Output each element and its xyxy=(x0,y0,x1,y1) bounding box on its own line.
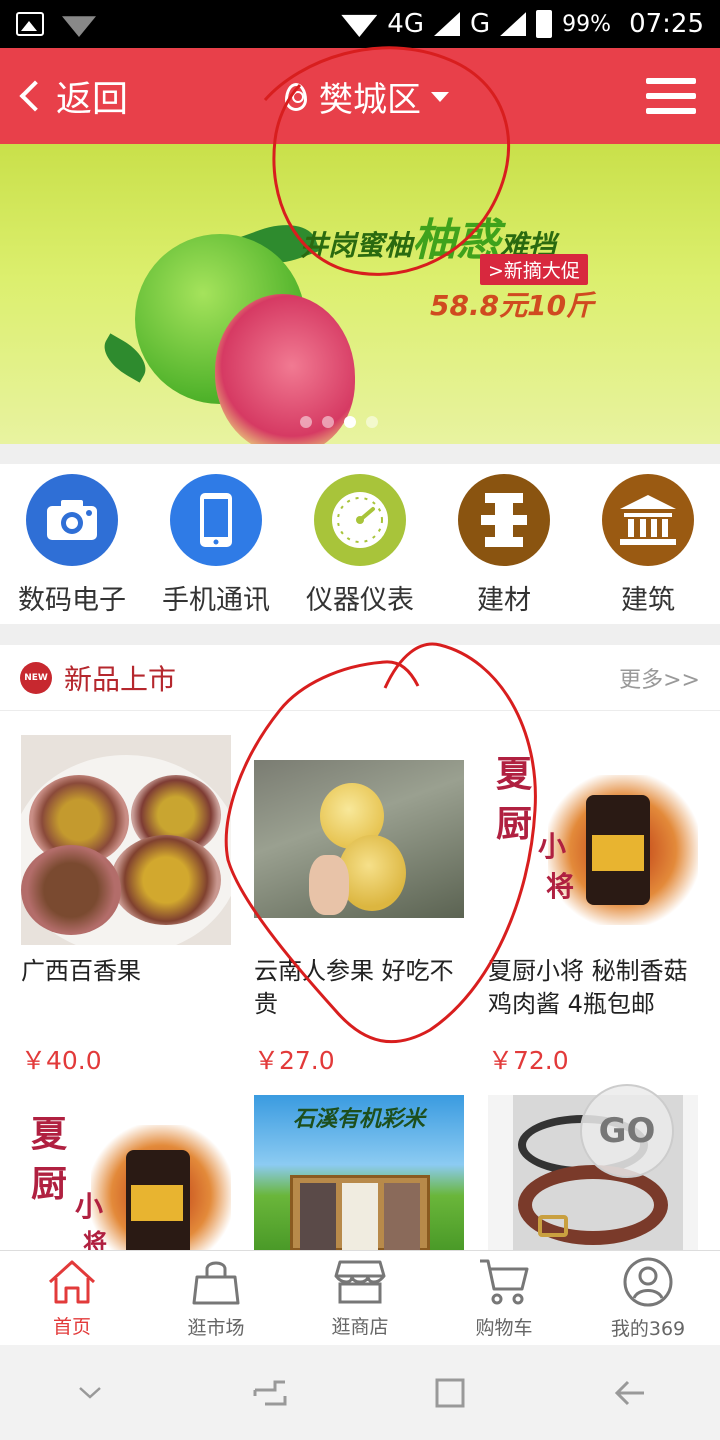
category-instrument[interactable]: 仪器仪表 xyxy=(290,474,430,617)
tab-label: 逛市场 xyxy=(187,1316,245,1339)
tab-label: 首页 xyxy=(52,1315,91,1338)
nav-recents-button[interactable] xyxy=(240,1363,300,1423)
square-icon xyxy=(435,1378,465,1407)
status-bar: 4G G 99% 07:25 xyxy=(0,0,720,48)
go-float-button[interactable]: GO xyxy=(580,1084,674,1178)
product-image xyxy=(254,735,464,945)
product-image: 石溪有机彩米 xyxy=(254,1095,464,1250)
section-header: NEW 新品上市 更多>> xyxy=(0,645,720,711)
carousel-dot[interactable] xyxy=(300,416,312,428)
product-price: ￥27.0 xyxy=(254,1046,335,1075)
product-image: 夏 厨 小 将 xyxy=(488,735,698,945)
product-image xyxy=(21,735,231,945)
product-card[interactable]: 云南人参果 好吃不贵 ￥27.0 xyxy=(254,735,470,1077)
product-price: ￥72.0 xyxy=(488,1046,569,1075)
material-icon xyxy=(458,474,550,566)
menu-icon xyxy=(646,78,696,84)
battery-level: 99% xyxy=(562,11,612,37)
carousel-dot[interactable] xyxy=(366,416,378,428)
gauge-icon xyxy=(314,474,406,566)
clock: 07:25 xyxy=(629,9,704,39)
product-image: 夏 厨 小 将 xyxy=(21,1095,231,1250)
nav-back-button[interactable] xyxy=(600,1363,660,1423)
tab-store[interactable]: 逛商店 xyxy=(288,1251,432,1345)
category-material[interactable]: 建材 xyxy=(434,474,574,617)
wifi-icon xyxy=(341,14,378,37)
category-building[interactable]: 建筑 xyxy=(578,474,718,617)
category-phone[interactable]: 手机通讯 xyxy=(146,474,286,617)
banner-tag: >新摘大促 xyxy=(480,254,588,285)
product-card[interactable]: 广西百香果 ￥40.0 xyxy=(21,735,237,1077)
camera-icon xyxy=(26,474,118,566)
carrier-g: G xyxy=(470,9,491,39)
recents-icon xyxy=(253,1380,287,1405)
tab-profile[interactable]: 我的369 xyxy=(576,1251,720,1345)
app-header: 返回 樊城区 xyxy=(0,48,720,144)
product-card[interactable]: 夏 厨 小 将 xyxy=(21,1095,237,1250)
chevron-down-icon xyxy=(79,1386,101,1399)
photo-notification-icon xyxy=(16,12,44,36)
user-icon xyxy=(623,1257,673,1306)
product-name: 云南人参果 好吃不贵 xyxy=(254,957,454,1018)
product-card[interactable]: 夏 厨 小 将 夏厨小将 秘制香菇鸡肉酱 4瓶包邮 ￥72.0 xyxy=(488,735,704,1077)
location-pin-icon xyxy=(285,82,307,111)
chevron-left-icon xyxy=(19,80,51,112)
arrow-left-icon xyxy=(614,1380,644,1405)
category-label: 数码电子 xyxy=(18,585,126,616)
section-title: 新品上市 xyxy=(64,662,177,696)
category-label: 手机通讯 xyxy=(162,585,270,616)
more-link[interactable]: 更多>> xyxy=(619,662,700,694)
store-icon xyxy=(334,1260,386,1303)
system-navigation-bar xyxy=(0,1345,720,1440)
product-name: 夏厨小将 秘制香菇鸡肉酱 4瓶包邮 xyxy=(488,957,688,1018)
cart-icon xyxy=(480,1259,529,1304)
location-label: 樊城区 xyxy=(319,80,421,120)
signal-icon-2 xyxy=(500,12,527,36)
category-label: 建材 xyxy=(477,585,531,616)
back-button[interactable]: 返回 xyxy=(0,70,128,122)
tab-cart[interactable]: 购物车 xyxy=(432,1251,576,1345)
product-name: 广西百香果 xyxy=(21,957,141,985)
product-card[interactable]: 石溪有机彩米 xyxy=(254,1095,470,1250)
banner-price: 58.8元10斤 xyxy=(430,289,595,322)
nav-collapse-button[interactable] xyxy=(60,1363,120,1423)
bottom-tab-bar: 首页 逛市场 逛商店 购物车 我的369 xyxy=(0,1250,720,1345)
carousel-dot[interactable] xyxy=(322,416,334,428)
new-badge-icon: NEW xyxy=(20,661,52,694)
tab-label: 我的369 xyxy=(610,1317,686,1340)
bag-icon xyxy=(192,1261,240,1304)
tab-market[interactable]: 逛市场 xyxy=(144,1251,288,1345)
product-price: ￥40.0 xyxy=(21,1046,102,1075)
category-digital[interactable]: 数码电子 xyxy=(2,474,142,617)
network-type: 4G xyxy=(387,9,424,39)
battery-icon xyxy=(536,10,553,38)
tab-label: 购物车 xyxy=(475,1316,533,1339)
building-icon xyxy=(602,474,694,566)
nav-home-button[interactable] xyxy=(420,1363,480,1423)
tab-home[interactable]: 首页 xyxy=(0,1251,144,1345)
wifi-unknown-icon xyxy=(62,16,96,37)
back-label: 返回 xyxy=(56,79,129,120)
category-bar: 数码电子 手机通讯 仪器仪表 建材 建筑 xyxy=(0,464,720,624)
carousel-dot-active[interactable] xyxy=(344,416,356,428)
phone-icon xyxy=(170,474,262,566)
location-selector[interactable]: 樊城区 xyxy=(285,72,449,121)
category-label: 仪器仪表 xyxy=(306,585,414,616)
chevron-down-icon xyxy=(431,91,449,102)
promo-banner[interactable]: 井岗蜜柚柚惑难挡 >新摘大促 58.8元10斤 xyxy=(0,144,720,444)
menu-button[interactable] xyxy=(646,78,696,114)
category-label: 建筑 xyxy=(621,585,675,616)
signal-icon xyxy=(434,12,460,36)
tab-label: 逛商店 xyxy=(331,1315,389,1338)
carousel-dots xyxy=(300,416,378,428)
home-icon xyxy=(48,1260,96,1303)
